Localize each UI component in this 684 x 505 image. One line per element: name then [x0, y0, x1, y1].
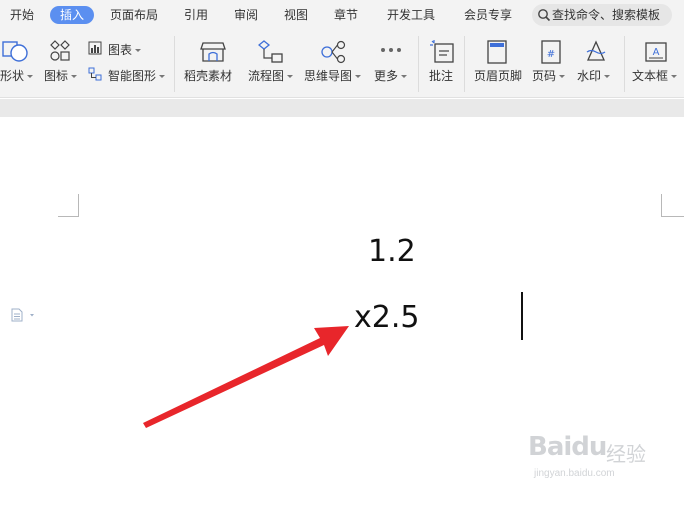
watermark-url: jingyan.baidu.com: [534, 468, 615, 479]
red-arrow-shape: [143, 326, 349, 428]
watermark-logo: Baidu: [528, 432, 607, 462]
baidu-jingyan-watermark: Baidu 经验 jingyan.baidu.com: [528, 430, 678, 490]
watermark-cn-text: 经验: [606, 444, 646, 466]
